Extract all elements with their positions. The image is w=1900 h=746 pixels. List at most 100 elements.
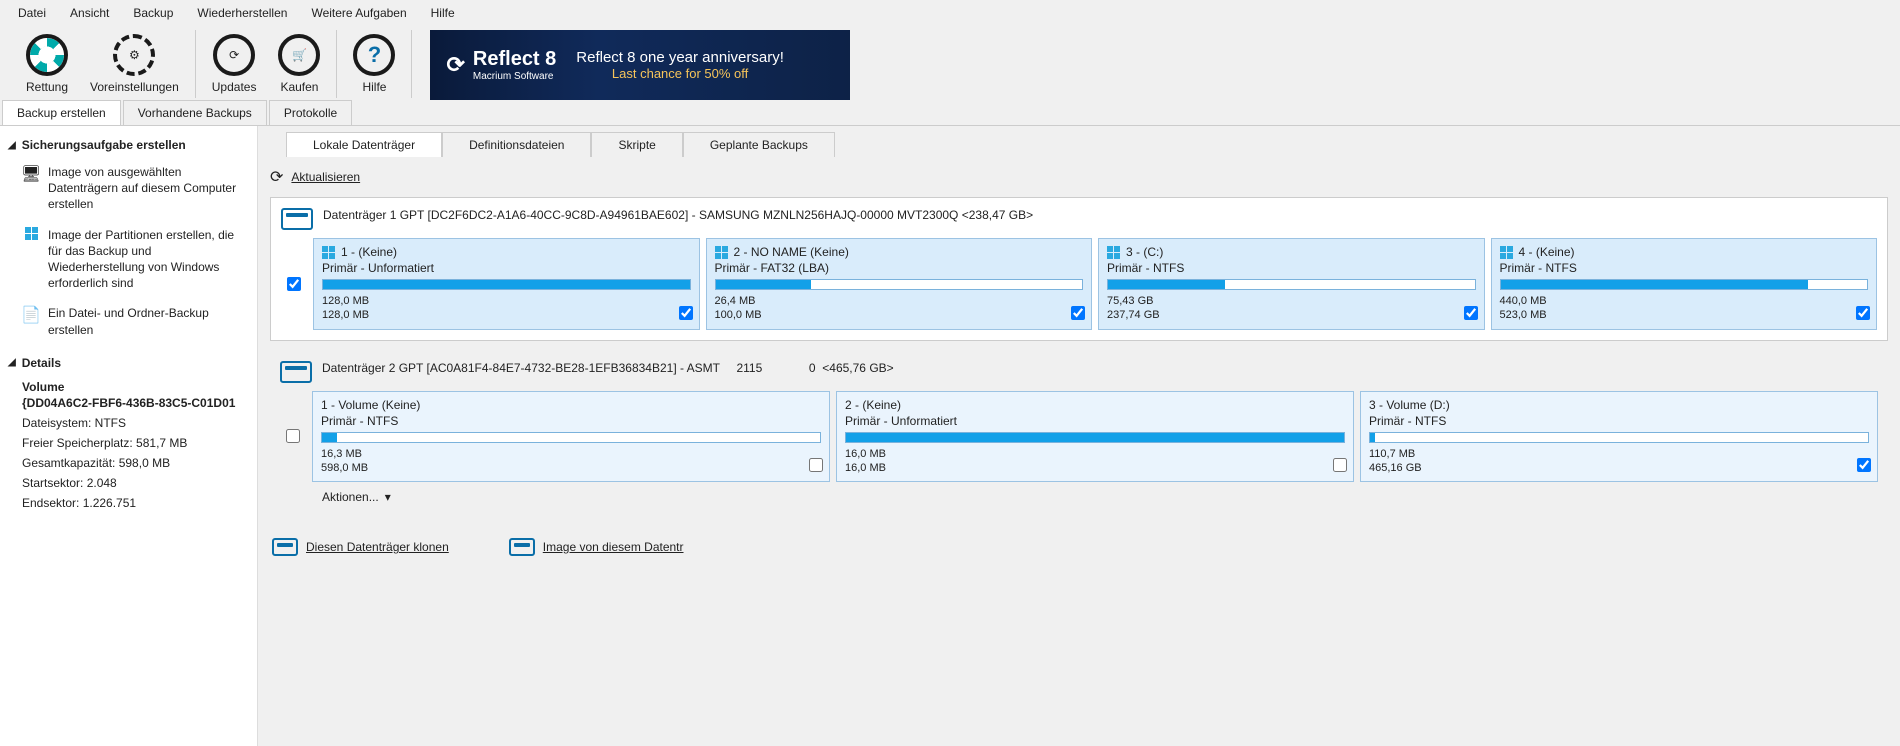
tab-scripts[interactable]: Skripte xyxy=(591,132,682,157)
partition-type: Primär - NTFS xyxy=(1369,414,1869,428)
partition-name: 4 - (Keine) xyxy=(1519,245,1575,259)
tab-scheduled-backups[interactable]: Geplante Backups xyxy=(683,132,835,157)
tab-definition-files[interactable]: Definitionsdateien xyxy=(442,132,591,157)
refresh-link[interactable]: Aktualisieren xyxy=(291,170,360,184)
updates-button[interactable]: ⟳ Updates xyxy=(210,30,259,98)
partition-checkbox[interactable] xyxy=(1856,306,1870,320)
partition-checkbox[interactable] xyxy=(1464,306,1478,320)
partition-checkbox[interactable] xyxy=(1071,306,1085,320)
partition-type: Primär - NTFS xyxy=(1500,261,1869,275)
detail-free-space: Freier Speicherplatz: 581,7 MB xyxy=(22,436,249,450)
preferences-button[interactable]: ⚙ Voreinstellungen xyxy=(88,30,181,98)
rescue-label: Rettung xyxy=(26,80,68,94)
detail-capacity: Gesamtkapazität: 598,0 MB xyxy=(22,456,249,470)
partition-total: 16,0 MB xyxy=(845,461,1345,475)
tab-create-backup[interactable]: Backup erstellen xyxy=(2,100,121,125)
updates-label: Updates xyxy=(212,80,257,94)
actions-dropdown[interactable]: Aktionen... ▾ xyxy=(280,482,1878,504)
partition-checkbox[interactable] xyxy=(1857,458,1871,472)
sidebar-item-file-backup-label: Ein Datei- und Ordner-Backup erstellen xyxy=(48,305,249,337)
disk-icon xyxy=(280,361,312,383)
partition-total: 465,16 GB xyxy=(1369,461,1869,475)
help-button[interactable]: ? Hilfe xyxy=(351,30,397,98)
monitor-icon: 🖥 xyxy=(22,164,40,213)
partition-name: 2 - (Keine) xyxy=(845,398,901,412)
disk-icon xyxy=(281,208,313,230)
disk-2-title: Datenträger 2 GPT [AC0A81F4-84E7-4732-BE… xyxy=(322,361,894,375)
partition[interactable]: 1 - (Keine) Primär - Unformatiert 128,0 MB… xyxy=(313,238,700,330)
menu-datei[interactable]: Datei xyxy=(6,2,58,24)
bottom-links: Diesen Datenträger klonen Image von dies… xyxy=(258,524,1900,556)
sidebar-item-windows-partitions[interactable]: Image der Partitionen erstellen, die für… xyxy=(8,223,249,302)
partition[interactable]: 2 - NO NAME (Keine)Primär - FAT32 (LBA)2… xyxy=(706,238,1093,330)
menu-hilfe[interactable]: Hilfe xyxy=(419,2,467,24)
sidebar-item-image-disks[interactable]: 🖥 Image von ausgewählten Datenträgern au… xyxy=(8,160,249,223)
partition-checkbox[interactable] xyxy=(809,458,823,472)
details-block: Volume {DD04A6C2-FBF6-436B-83C5-C01D01 D… xyxy=(8,378,249,510)
usage-bar xyxy=(322,279,691,290)
disk-arrow-icon xyxy=(509,538,535,556)
reflect-logo: ⟳ Reflect 8 Macrium Software xyxy=(446,48,556,82)
partition-total: 128,0 MB xyxy=(322,308,691,322)
tab-local-disks[interactable]: Lokale Datenträger xyxy=(286,132,442,157)
toolbar: Rettung ⚙ Voreinstellungen ⟳ Updates 🛒 K… xyxy=(0,26,1900,100)
detail-start-sector: Startsektor: 2.048 xyxy=(22,476,249,490)
banner-line1: Reflect 8 one year anniversary! xyxy=(576,49,784,66)
partition-checkbox[interactable] xyxy=(1333,458,1347,472)
usage-bar xyxy=(321,432,821,443)
promo-banner[interactable]: ⟳ Reflect 8 Macrium Software Reflect 8 o… xyxy=(430,30,850,100)
partition-name: 3 - (C:) xyxy=(1126,245,1163,259)
partition[interactable]: 3 - Volume (D:)Primär - NTFS110,7 MB465,… xyxy=(1360,391,1878,483)
main-area: ◢ Sicherungsaufgabe erstellen 🖥 Image vo… xyxy=(0,125,1900,746)
preferences-label: Voreinstellungen xyxy=(90,80,179,94)
partition-used: 440,0 MB xyxy=(1500,294,1869,308)
partition-type: Primär - NTFS xyxy=(321,414,821,428)
usage-bar xyxy=(845,432,1345,443)
disk-2-select-all[interactable] xyxy=(286,429,300,443)
disk-1-panel: Datenträger 1 GPT [DC2F6DC2-A1A6-40CC-9C… xyxy=(270,197,1888,341)
partition-used: 75,43 GB xyxy=(1107,294,1476,308)
refresh-icon: ⟳ xyxy=(213,34,255,76)
partition-used: 128,0 MB xyxy=(322,294,691,308)
image-disk-label: Image von diesem Datentr xyxy=(543,540,684,554)
tab-existing-backups[interactable]: Vorhandene Backups xyxy=(123,100,267,125)
partition-checkbox[interactable] xyxy=(679,306,693,320)
partition-type: Primär - Unformatiert xyxy=(322,261,691,275)
menu-ansicht[interactable]: Ansicht xyxy=(58,2,121,24)
partition[interactable]: 1 - Volume (Keine)Primär - NTFS16,3 MB59… xyxy=(312,391,830,483)
refresh-icon[interactable]: ⟳ xyxy=(270,167,283,187)
clone-disk-link[interactable]: Diesen Datenträger klonen xyxy=(272,538,449,556)
partition[interactable]: 2 - (Keine)Primär - Unformatiert16,0 MB1… xyxy=(836,391,1354,483)
menu-backup[interactable]: Backup xyxy=(121,2,185,24)
usage-bar xyxy=(715,279,1084,290)
windows-icon xyxy=(715,246,728,259)
detail-filesystem: Dateisystem: NTFS xyxy=(22,416,249,430)
banner-subtitle: Macrium Software xyxy=(473,71,556,82)
partition-total: 237,74 GB xyxy=(1107,308,1476,322)
gear-icon: ⚙ xyxy=(113,34,155,76)
rescue-button[interactable]: Rettung xyxy=(24,30,70,98)
tab-logs[interactable]: Protokolle xyxy=(269,100,352,125)
menu-weitere-aufgaben[interactable]: Weitere Aufgaben xyxy=(299,2,418,24)
actions-label: Aktionen... xyxy=(322,490,379,504)
partition[interactable]: 3 - (C:)Primär - NTFS75,43 GB237,74 GB xyxy=(1098,238,1485,330)
menu-wiederherstellen[interactable]: Wiederherstellen xyxy=(185,2,299,24)
sidebar-section-details[interactable]: ◢ Details xyxy=(8,356,249,370)
sidebar-section-details-label: Details xyxy=(22,356,61,370)
partition-type: Primär - FAT32 (LBA) xyxy=(715,261,1084,275)
collapse-arrow-icon: ◢ xyxy=(8,140,16,151)
disk-1-partitions: 1 - (Keine) Primär - Unformatiert 128,0 MB… xyxy=(281,238,1877,330)
disk-2-panel: Datenträger 2 GPT [AC0A81F4-84E7-4732-BE… xyxy=(270,351,1888,515)
sidebar-item-file-backup[interactable]: 📄 Ein Datei- und Ordner-Backup erstellen xyxy=(8,301,249,347)
partition-used: 110,7 MB xyxy=(1369,447,1869,461)
image-disk-link[interactable]: Image von diesem Datentr xyxy=(509,538,684,556)
partition[interactable]: 4 - (Keine)Primär - NTFS440,0 MB523,0 MB xyxy=(1491,238,1878,330)
partition-name: 1 - (Keine) xyxy=(341,245,397,259)
sidebar-section-create[interactable]: ◢ Sicherungsaufgabe erstellen xyxy=(8,138,249,152)
disk-1-select-all[interactable] xyxy=(287,277,301,291)
banner-line2: Last chance for 50% off xyxy=(576,66,784,81)
banner-product: Reflect 8 xyxy=(473,48,556,71)
question-icon: ? xyxy=(353,34,395,76)
buy-button[interactable]: 🛒 Kaufen xyxy=(276,30,322,98)
file-icon: 📄 xyxy=(22,305,40,337)
